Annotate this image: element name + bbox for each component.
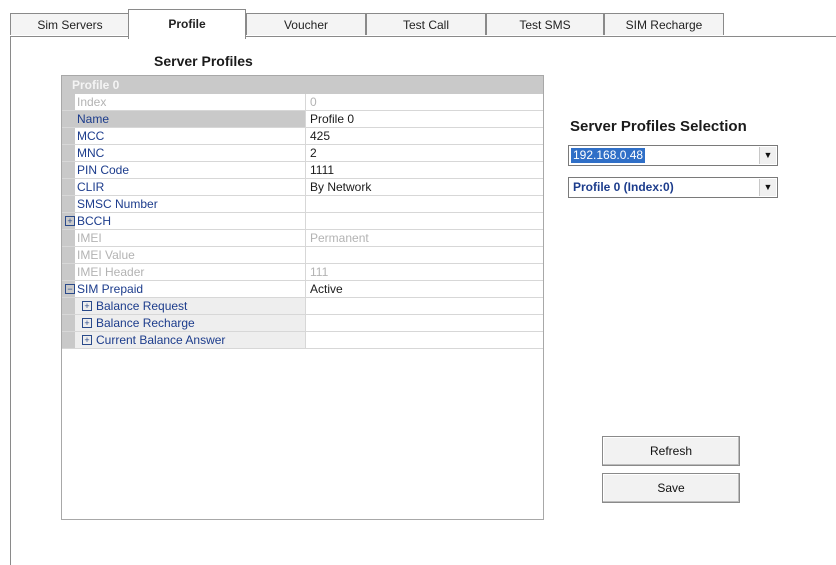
tab-test-sms[interactable]: Test SMS <box>486 13 604 35</box>
grid-row-bcch[interactable]: + BCCH <box>62 213 543 230</box>
tab-sim-servers[interactable]: Sim Servers <box>10 13 130 35</box>
grid-row-balance-request[interactable]: + Balance Request <box>62 298 543 315</box>
row-value[interactable]: 1111 <box>310 162 334 178</box>
expand-icon[interactable]: + <box>82 300 92 311</box>
row-label: Name <box>75 111 306 127</box>
row-value[interactable]: Active <box>310 281 343 297</box>
row-value: 0 <box>310 95 317 109</box>
grid-row-index[interactable]: Index 0 <box>62 94 543 111</box>
grid-row-name[interactable]: Name Profile 0 <box>62 111 543 128</box>
grid-row-imei-header[interactable]: IMEI Header 111 <box>62 264 543 281</box>
expand-icon[interactable]: + <box>82 334 92 345</box>
expand-icon[interactable]: + <box>65 216 75 226</box>
row-label: PIN Code <box>75 162 306 178</box>
grid-row-pin-code[interactable]: PIN Code 1111 <box>62 162 543 179</box>
row-label: Balance Recharge <box>96 316 195 330</box>
grid-row-imei-value[interactable]: IMEI Value <box>62 247 543 264</box>
row-value[interactable]: By Network <box>310 179 371 195</box>
row-label: SIM Prepaid <box>75 281 306 297</box>
row-value[interactable]: Profile 0 <box>310 111 354 127</box>
grid-row-balance-recharge[interactable]: + Balance Recharge <box>62 315 543 332</box>
grid-row-current-balance-answer[interactable]: + Current Balance Answer <box>62 332 543 349</box>
profile-select-value: Profile 0 (Index:0) <box>573 180 674 194</box>
row-value: 111 <box>310 265 329 279</box>
row-label: IMEI Value <box>75 247 306 263</box>
selection-title: Server Profiles Selection <box>570 118 747 135</box>
tab-strip: Sim Servers Profile Voucher Test Call Te… <box>0 0 836 40</box>
refresh-button[interactable]: Refresh <box>602 436 740 466</box>
row-label: MCC <box>75 128 306 144</box>
row-label: Current Balance Answer <box>96 333 226 347</box>
grid-row-mnc[interactable]: MNC 2 <box>62 145 543 162</box>
save-button[interactable]: Save <box>602 473 740 503</box>
chevron-down-icon[interactable]: ▼ <box>759 147 776 164</box>
server-select-value: 192.168.0.48 <box>571 148 646 163</box>
collapse-icon[interactable]: − <box>65 284 75 294</box>
server-select[interactable]: 192.168.0.48 ▼ <box>568 145 778 166</box>
grid-header: Profile 0 <box>62 76 543 94</box>
grid-row-mcc[interactable]: MCC 425 <box>62 128 543 145</box>
row-label: IMEI Header <box>75 264 306 280</box>
row-label: Balance Request <box>96 299 188 313</box>
row-label: IMEI <box>75 230 306 246</box>
tab-test-call[interactable]: Test Call <box>366 13 486 35</box>
expand-icon[interactable]: + <box>82 317 92 328</box>
tab-sim-recharge[interactable]: SIM Recharge <box>604 13 724 35</box>
profile-select[interactable]: Profile 0 (Index:0) ▼ <box>568 177 778 198</box>
property-grid: Profile 0 Index 0 Name Profile 0 MCC 425… <box>61 75 544 520</box>
section-title: Server Profiles <box>154 53 253 69</box>
grid-row-imei[interactable]: IMEI Permanent <box>62 230 543 247</box>
tab-profile[interactable]: Profile <box>128 9 246 39</box>
row-label: BCCH <box>75 213 306 229</box>
grid-row-smsc-number[interactable]: SMSC Number <box>62 196 543 213</box>
row-label: CLIR <box>75 179 306 195</box>
row-value: Permanent <box>310 231 369 245</box>
row-value[interactable]: 2 <box>310 145 317 161</box>
chevron-down-icon[interactable]: ▼ <box>759 179 776 196</box>
row-label: Index <box>75 94 306 110</box>
tab-voucher[interactable]: Voucher <box>246 13 366 35</box>
grid-row-sim-prepaid[interactable]: − SIM Prepaid Active <box>62 281 543 298</box>
grid-row-clir[interactable]: CLIR By Network <box>62 179 543 196</box>
row-label: MNC <box>75 145 306 161</box>
row-value[interactable]: 425 <box>310 128 330 144</box>
row-label: SMSC Number <box>75 196 306 212</box>
